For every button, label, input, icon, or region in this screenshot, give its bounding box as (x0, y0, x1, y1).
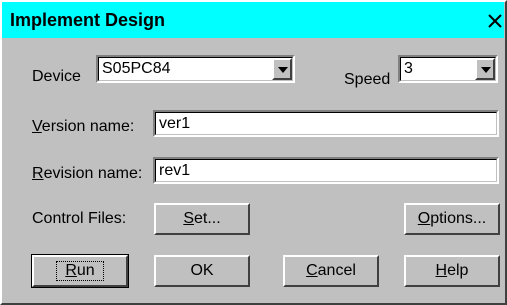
revision-name-label: Revision name: (32, 165, 142, 183)
version-name-input-border (155, 112, 497, 135)
version-name-label: Version name: (32, 118, 134, 136)
device-dropdown-button[interactable] (272, 58, 292, 80)
ok-button[interactable]: OK (154, 255, 250, 287)
control-files-label: Control Files: (32, 210, 127, 227)
options-hotkey: O (417, 210, 431, 227)
set-button[interactable]: Set... (154, 203, 250, 235)
run-focus-rect: Run (56, 261, 104, 281)
version-name-hotkey: V (32, 118, 42, 135)
help-label: elp (447, 262, 469, 279)
revision-name-hotkey: R (32, 165, 44, 182)
options-label: ptions... (430, 210, 487, 227)
speed-select-value: 3 (404, 60, 413, 77)
device-select[interactable]: S05PC84 (96, 55, 295, 83)
version-name-label-text: ersion name: (41, 118, 135, 135)
revision-name-input-border (155, 159, 497, 182)
speed-label: Speed (344, 71, 391, 88)
set-label: et... (193, 210, 221, 227)
speed-dropdown-button[interactable] (475, 58, 495, 80)
close-icon (488, 14, 502, 28)
cancel-hotkey: C (306, 262, 318, 279)
revision-name-value: rev1 (159, 162, 191, 179)
set-hotkey: S (183, 210, 194, 227)
run-label: un (76, 262, 95, 279)
chevron-down-icon (278, 67, 288, 73)
ok-label: OK (190, 262, 214, 279)
cancel-label: ancel (317, 262, 356, 279)
help-hotkey: H (435, 262, 448, 279)
run-button[interactable]: Run (31, 254, 129, 288)
version-name-input[interactable]: ver1 (153, 110, 499, 137)
run-hotkey: R (65, 262, 77, 279)
revision-name-input[interactable]: rev1 (153, 157, 499, 184)
implement-design-dialog: Implement Design Device S05PC84 Speed 3 … (0, 0, 507, 305)
version-name-value: ver1 (159, 115, 191, 132)
options-button[interactable]: Options... (404, 203, 500, 235)
device-label: Device (32, 68, 81, 85)
speed-select[interactable]: 3 (398, 55, 498, 83)
close-button[interactable] (486, 12, 506, 32)
title-bar[interactable]: Implement Design (2, 2, 504, 38)
revision-name-label-text: evision name: (43, 165, 143, 182)
chevron-down-icon (481, 67, 491, 73)
dialog-title: Implement Design (10, 10, 166, 30)
cancel-button[interactable]: Cancel (283, 255, 379, 287)
help-button[interactable]: Help (404, 255, 500, 287)
device-select-value: S05PC84 (102, 60, 171, 77)
